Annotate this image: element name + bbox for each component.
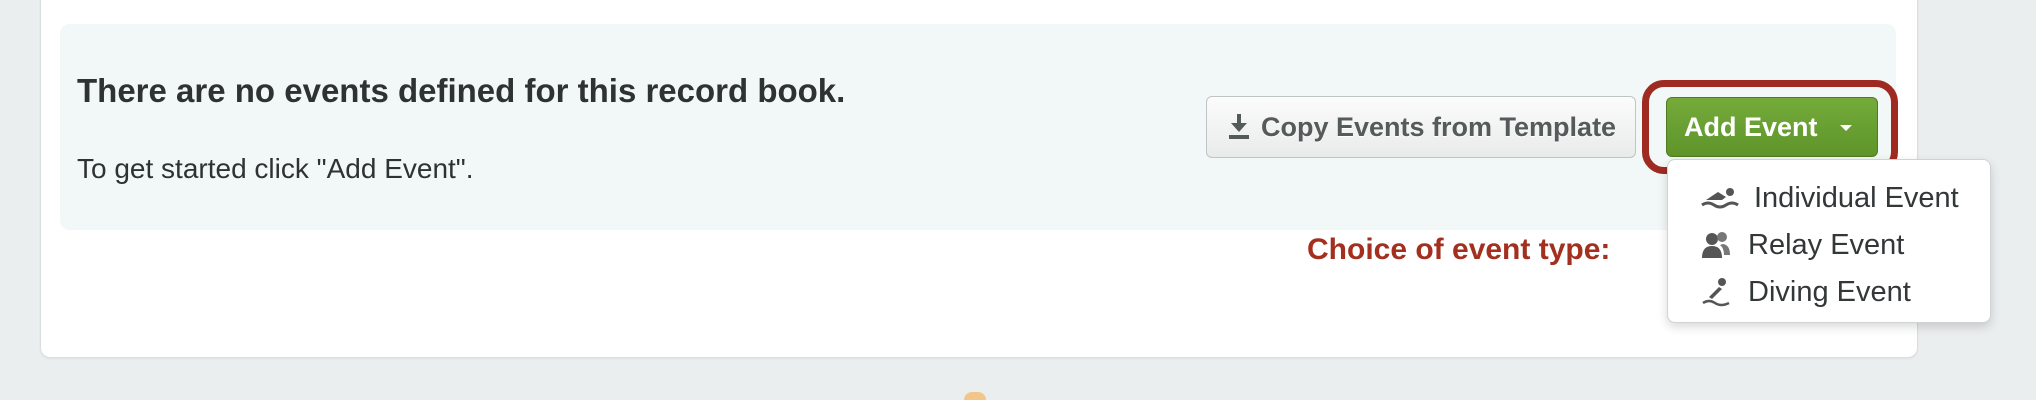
copy-events-label: Copy Events from Template bbox=[1261, 111, 1617, 142]
empty-state-title: There are no events defined for this rec… bbox=[77, 72, 846, 109]
menu-item-relay-event[interactable]: Relay Event bbox=[1668, 223, 1904, 267]
diver-icon bbox=[1696, 277, 1736, 307]
relay-swimmers-icon bbox=[1696, 231, 1736, 259]
caret-down-icon bbox=[1839, 125, 1852, 131]
menu-item-diving-event[interactable]: Diving Event bbox=[1668, 270, 1911, 314]
menu-item-label: Diving Event bbox=[1748, 275, 1911, 308]
menu-item-label: Individual Event bbox=[1754, 181, 1959, 214]
download-icon bbox=[1229, 114, 1249, 139]
annotation-label: Choice of event type: bbox=[1307, 233, 1611, 266]
empty-state-message: To get started click "Add Event". bbox=[77, 153, 474, 184]
menu-item-label: Relay Event bbox=[1748, 228, 1905, 261]
menu-item-individual-event[interactable]: Individual Event bbox=[1668, 176, 1959, 220]
event-type-dropdown-menu: Individual Event Relay Event Diving Even… bbox=[1667, 159, 1991, 323]
add-event-label: Add Event bbox=[1684, 111, 1818, 142]
copy-events-from-template-button[interactable]: Copy Events from Template bbox=[1206, 96, 1636, 158]
add-event-button[interactable]: Add Event bbox=[1666, 97, 1878, 157]
footer-logo-fragment bbox=[964, 392, 986, 400]
swimmer-icon bbox=[1696, 186, 1744, 210]
